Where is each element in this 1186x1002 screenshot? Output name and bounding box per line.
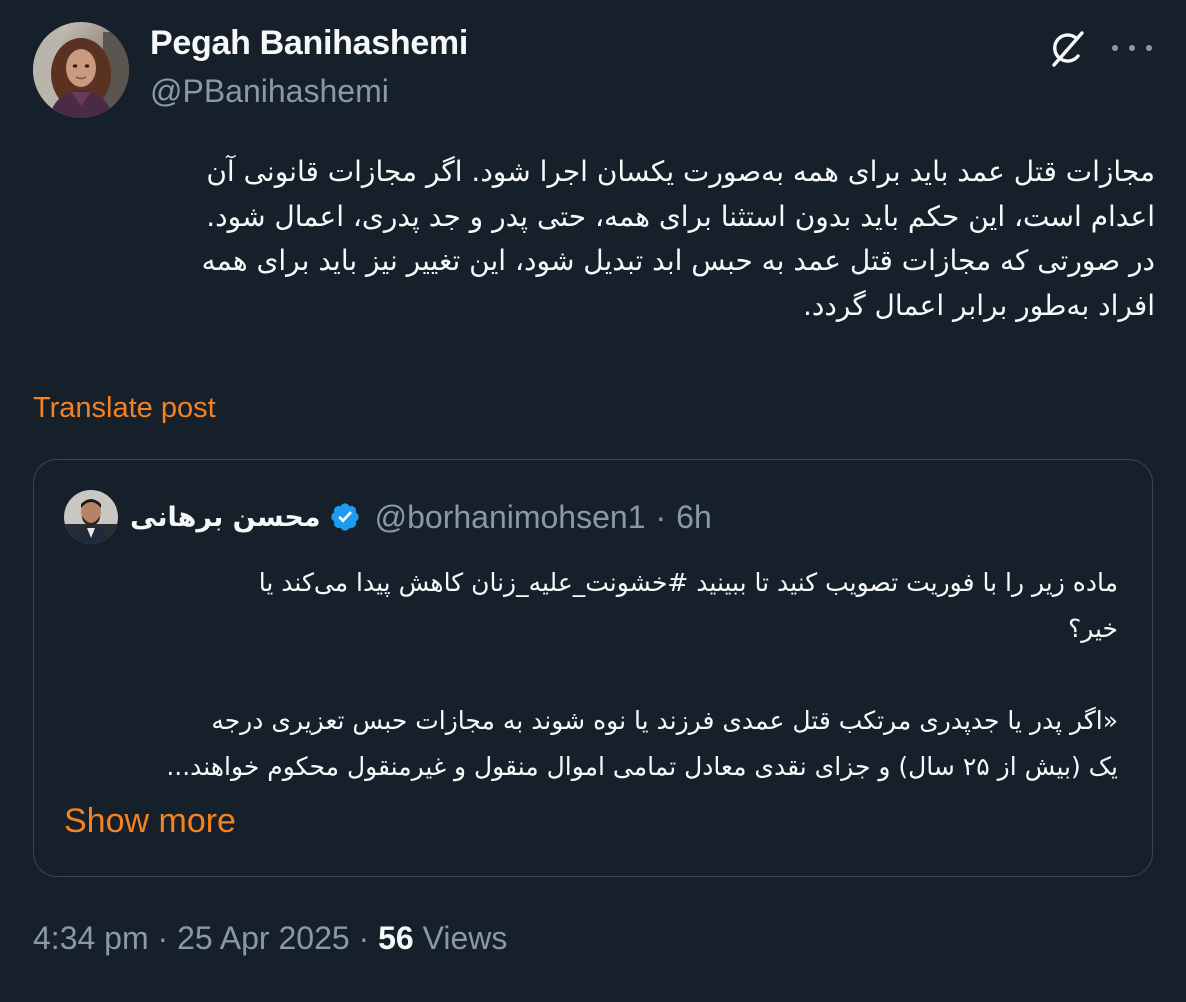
separator-dot: ·	[157, 920, 169, 956]
quoted-author-name[interactable]: محسن برهانی	[130, 502, 321, 533]
verified-badge-icon	[330, 503, 359, 531]
separator-dot: ·	[358, 920, 370, 956]
quoted-text-line: خیر؟	[1067, 614, 1118, 643]
quoted-author-avatar[interactable]	[64, 490, 118, 544]
post-time[interactable]: 4:34 pm	[33, 920, 149, 956]
tweet-detail: Pegah Banihashemi @PBanihashemi مجازات ق…	[0, 0, 1186, 1002]
post-text-line: اعدام است، این حکم باید بدون استثنا برای…	[206, 199, 1155, 233]
separator-dot: ·	[655, 498, 667, 535]
views-label[interactable]: Views	[423, 920, 508, 956]
post-text-line: در صورتی که مجازات قتل عمد به حبس ابد تب…	[201, 244, 1155, 277]
post-date[interactable]: 25 Apr 2025	[177, 920, 350, 956]
grok-icon[interactable]	[1046, 28, 1088, 70]
quoted-text-line: ماده زیر را با فوریت تصویب کنید تا ببینی…	[258, 568, 1118, 597]
quoted-tweet[interactable]: محسن برهانی @borhanimohsen1 · 6h ماده زی…	[33, 459, 1153, 877]
show-more-link[interactable]: Show more	[64, 802, 236, 841]
quoted-timestamp[interactable]: 6h	[676, 499, 712, 536]
quoted-text-line: یک (بیش از ۲۵ سال) و جزای نقدی معادل تما…	[166, 752, 1118, 781]
quoted-text: ماده زیر را با فوریت تصویب کنید تا ببینی…	[64, 560, 1118, 790]
author-avatar[interactable]	[33, 22, 129, 118]
more-options-icon[interactable]	[1112, 38, 1152, 58]
quoted-text-line: «اگر پدر یا جدپدری مرتکب قتل عمدی فرزند …	[211, 706, 1118, 735]
author-name[interactable]: Pegah Banihashemi	[150, 24, 468, 63]
author-handle[interactable]: @PBanihashemi	[150, 73, 389, 110]
post-text-line: مجازات قتل عمد باید برای همه به‌صورت یکس…	[206, 155, 1155, 188]
post-text: مجازات قتل عمد باید برای همه به‌صورت یکس…	[33, 150, 1155, 328]
quoted-author-handle[interactable]: @borhanimohsen1	[375, 499, 646, 536]
views-count[interactable]: 56	[378, 920, 414, 956]
post-text-line: افراد به‌طور برابر اعمال گردد.	[803, 288, 1155, 322]
quoted-text-blank-line	[64, 652, 1118, 698]
quoted-header: محسن برهانی @borhanimohsen1 · 6h	[130, 496, 712, 538]
translate-post-link[interactable]: Translate post	[33, 392, 216, 425]
post-meta: 4:34 pm · 25 Apr 2025 · 56 Views	[33, 920, 507, 957]
